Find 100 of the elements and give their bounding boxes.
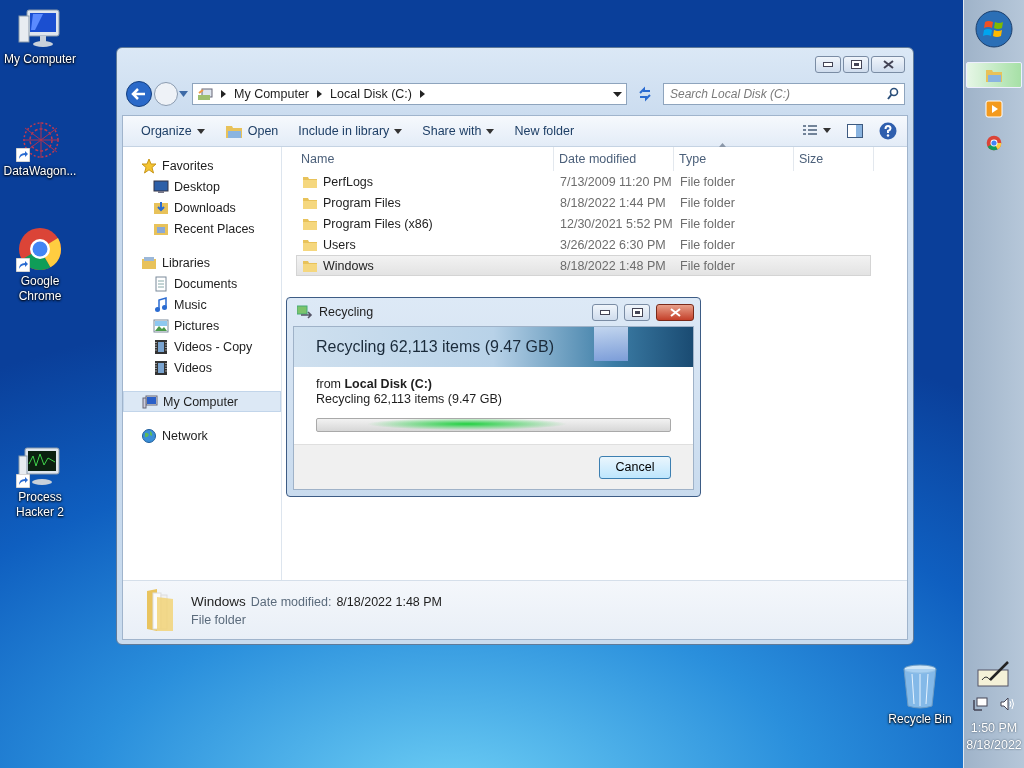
date-modified-cell-text: 8/18/2022 1:48 PM (559, 258, 667, 273)
chevron-icon (221, 90, 226, 98)
close-button[interactable] (871, 56, 905, 73)
toolbar-button[interactable]: New folder (506, 121, 583, 141)
desktop-icon[interactable]: Process Hacker 2 (0, 446, 80, 520)
breadcrumb[interactable]: My Computer (234, 87, 310, 101)
navigation-item[interactable]: Recent Places (123, 218, 281, 239)
refresh-icon[interactable] (637, 86, 653, 102)
cancel-button[interactable]: Cancel (599, 455, 671, 479)
folder-icon (224, 123, 243, 139)
status-text: Recycling 62,113 items (9.47 GB) (316, 392, 503, 406)
folder-icon (302, 237, 318, 252)
navigation-item[interactable]: Pictures (123, 315, 281, 336)
caret-icon (394, 128, 403, 134)
file-row[interactable]: Users 3/26/2022 6:30 PM File folder (296, 234, 871, 255)
navigation-item[interactable]: Downloads (123, 197, 281, 218)
type-cell-text: File folder (679, 174, 736, 189)
desktop-icon[interactable]: Google Chrome (0, 226, 80, 304)
type-cell-text: File folder (679, 258, 736, 273)
icon-label: Recycle Bin (888, 712, 952, 727)
search-icon (887, 87, 899, 100)
chrome-icon (986, 135, 1002, 151)
film-icon (153, 338, 169, 355)
dropdown-caret-icon[interactable] (613, 91, 622, 97)
picture-frame-icon (153, 317, 169, 334)
navigation-item[interactable]: Network (123, 425, 281, 446)
history-caret-icon[interactable] (179, 91, 188, 97)
film-icon (153, 359, 169, 376)
column-header[interactable]: Name (296, 147, 554, 171)
preview-pane-icon[interactable] (847, 124, 863, 138)
folder-icon (302, 216, 318, 231)
chevron-icon (420, 90, 425, 98)
maximize-button[interactable] (843, 56, 869, 73)
minimize-button[interactable] (815, 56, 841, 73)
navigation-item[interactable]: Documents (123, 273, 281, 294)
toolbar-button[interactable]: Organize (133, 121, 213, 141)
navigation-item[interactable]: Favorites (123, 155, 281, 176)
icon-label: My Computer (4, 52, 76, 67)
breadcrumb[interactable]: Local Disk (C:) (330, 87, 412, 101)
search-field[interactable]: Search Local Disk (C:) (663, 83, 905, 105)
close-icon (669, 307, 681, 317)
icon-label: Google Chrome (17, 274, 63, 304)
field-label: Date modified: (250, 594, 332, 609)
document-icon (153, 275, 169, 292)
recycle-icon (297, 305, 313, 319)
maximize-button[interactable] (624, 303, 650, 321)
view-options-icon[interactable] (803, 125, 831, 137)
file-row[interactable]: Program Files (x86) 12/30/2021 5:52 PM File folder (296, 213, 871, 234)
speaker-icon[interactable] (1000, 696, 1016, 712)
file-row[interactable]: Program Files 8/18/2022 1:44 PM File folder (296, 192, 871, 213)
chrome-icon (17, 226, 63, 272)
navigation-item[interactable]: Videos (123, 357, 281, 378)
computer-icon (197, 86, 213, 102)
clock-time: 1:50 PM (970, 720, 1018, 737)
network-icon[interactable] (972, 696, 988, 712)
minimize-button[interactable] (592, 303, 618, 321)
item-type: File folder (191, 612, 247, 627)
folder-icon (302, 258, 318, 273)
folder-icon (985, 67, 1003, 83)
file-name: Program Files (323, 195, 401, 210)
address-bar[interactable]: My Computer Local Disk (C:) (192, 83, 627, 105)
computer-icon (142, 393, 158, 410)
file-row[interactable]: Windows 8/18/2022 1:48 PM File folder (296, 255, 871, 276)
folder-icon (153, 199, 169, 216)
navigation-item[interactable]: Videos - Copy (123, 336, 281, 357)
desktop-icon[interactable]: Recycle Bin (880, 662, 960, 727)
toolbar-button[interactable]: Include in library (290, 121, 411, 141)
chevron-icon (317, 90, 323, 98)
back-button[interactable] (125, 80, 153, 108)
navigation-item[interactable]: Desktop (123, 176, 281, 197)
folder-icon (302, 195, 318, 210)
star-icon (141, 157, 157, 174)
minimize-icon (600, 309, 610, 315)
toolbar-button[interactable]: Open (216, 120, 287, 142)
help-icon[interactable] (879, 122, 897, 140)
globe-icon (141, 427, 157, 444)
folder-icon (302, 174, 318, 189)
column-header[interactable]: Date modified (554, 147, 674, 171)
file-name: PerfLogs (323, 174, 374, 189)
column-header[interactable]: Type (674, 147, 794, 171)
navigation-item[interactable]: Libraries (123, 252, 281, 273)
date-modified-cell-text: 7/13/2009 11:20 PM (559, 174, 673, 189)
desktop-icon (153, 178, 169, 195)
start-button[interactable] (975, 10, 1013, 48)
close-icon (882, 60, 894, 69)
close-button[interactable] (656, 303, 694, 321)
file-row[interactable]: PerfLogs 7/13/2009 11:20 PM File folder (296, 171, 871, 192)
navigation-item[interactable]: Music (123, 294, 281, 315)
pen-tablet-icon[interactable] (976, 660, 1012, 688)
desktop-icon[interactable]: DataWagon... (0, 120, 80, 179)
minimize-icon (823, 62, 833, 67)
navigation-item[interactable]: My Computer (123, 391, 281, 412)
toolbar-button[interactable]: Share with (414, 121, 503, 141)
type-cell-text: File folder (679, 216, 736, 231)
desktop-icon[interactable]: My Computer (0, 8, 80, 67)
file-name: Program Files (x86) (323, 216, 433, 231)
light-glow-drawing (594, 327, 628, 361)
column-header[interactable]: Size (794, 147, 874, 171)
dialog-title: Recycling (319, 305, 374, 319)
date-modified-cell-text: 8/18/2022 1:44 PM (559, 195, 667, 210)
